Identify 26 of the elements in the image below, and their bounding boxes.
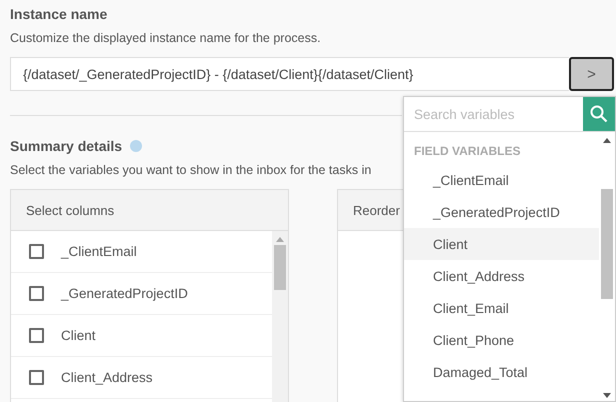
search-icon bbox=[590, 105, 608, 123]
group-heading: FIELD VARIABLES bbox=[413, 143, 522, 160]
scroll-down-icon[interactable] bbox=[603, 393, 611, 398]
section-title: Instance name bbox=[10, 6, 108, 22]
checkbox[interactable] bbox=[29, 244, 44, 259]
scrollbar[interactable] bbox=[272, 231, 288, 402]
panel-header: Select columns bbox=[11, 190, 288, 231]
instance-name-field[interactable]: {/dataset/_GeneratedProjectID} - {/dataset/Client}{/dataset/Client} bbox=[10, 57, 569, 91]
section-description: Select the variables you want to show in the inbox for the tasks in bbox=[10, 163, 372, 177]
scroll-thumb[interactable] bbox=[274, 245, 286, 290]
checkbox[interactable] bbox=[29, 286, 44, 301]
checkbox[interactable] bbox=[29, 370, 44, 385]
variables-button[interactable]: > bbox=[569, 57, 614, 91]
checkbox[interactable] bbox=[29, 328, 44, 343]
section-description: Customize the displayed instance name for the process. bbox=[10, 31, 322, 45]
scroll-thumb[interactable] bbox=[601, 189, 613, 299]
variable-item[interactable]: Client bbox=[404, 228, 599, 260]
search-field[interactable]: Search variables bbox=[404, 97, 583, 131]
scroll-up-icon[interactable] bbox=[603, 138, 611, 143]
column-label: _ClientEmail bbox=[61, 244, 137, 259]
column-label: Client bbox=[61, 328, 96, 343]
section-title: Summary details bbox=[10, 138, 122, 154]
column-label: Client_Address bbox=[61, 370, 153, 385]
scrollbar[interactable] bbox=[599, 132, 615, 401]
search-button[interactable] bbox=[583, 97, 615, 131]
column-label: _GeneratedProjectID bbox=[61, 286, 188, 301]
